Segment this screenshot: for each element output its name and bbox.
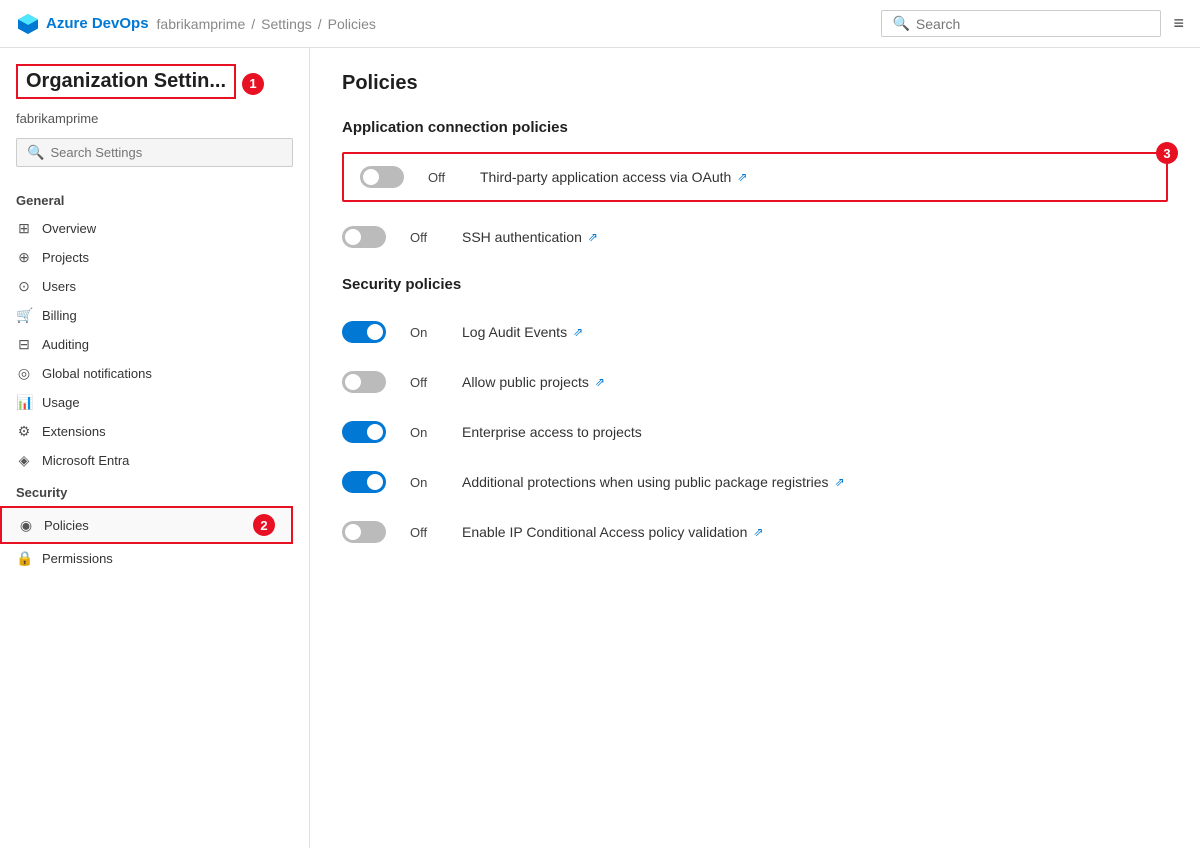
permissions-label: Permissions bbox=[42, 551, 113, 566]
policy-row-additional-protections: On Additional protections when using pub… bbox=[342, 459, 1168, 505]
auditing-label: Auditing bbox=[42, 337, 89, 352]
search-settings-icon: 🔍 bbox=[27, 144, 44, 161]
ip-conditional-toggle[interactable] bbox=[342, 521, 386, 543]
policy-row-oauth: Off Third-party application access via O… bbox=[342, 152, 1168, 202]
usage-icon: 📊 bbox=[16, 394, 32, 411]
ssh-link-icon[interactable]: ⇗ bbox=[588, 230, 598, 244]
usage-label: Usage bbox=[42, 395, 80, 410]
ip-conditional-state: Off bbox=[410, 525, 438, 540]
extensions-label: Extensions bbox=[42, 424, 106, 439]
sidebar-item-extensions[interactable]: ⚙ Extensions bbox=[0, 417, 309, 446]
section-label-security: Security bbox=[0, 475, 309, 506]
log-audit-name: Log Audit Events ⇗ bbox=[462, 324, 583, 340]
policies-icon: ◉ bbox=[18, 517, 34, 534]
billing-icon: 🛒 bbox=[16, 307, 32, 324]
extensions-icon: ⚙ bbox=[16, 423, 32, 440]
sidebar: Organization Settin... 1 fabrikamprime 🔍… bbox=[0, 48, 310, 848]
sidebar-item-overview[interactable]: ⊞ Overview bbox=[0, 214, 309, 243]
sidebar-item-policies[interactable]: ◉ Policies 2 bbox=[0, 506, 293, 544]
breadcrumb: fabrikamprime / Settings / Policies bbox=[157, 16, 376, 32]
public-projects-state: Off bbox=[410, 375, 438, 390]
log-audit-state: On bbox=[410, 325, 438, 340]
menu-icon[interactable]: ≡ bbox=[1173, 13, 1184, 34]
log-audit-link-icon[interactable]: ⇗ bbox=[573, 325, 583, 339]
page-title: Policies bbox=[342, 72, 1168, 95]
topnav-search-area: 🔍 ≡ bbox=[881, 10, 1184, 37]
sidebar-item-global-notifications[interactable]: ◎ Global notifications bbox=[0, 359, 309, 388]
org-title[interactable]: Organization Settin... bbox=[16, 64, 236, 99]
badge-2: 2 bbox=[253, 514, 275, 536]
policy-row-public-projects: Off Allow public projects ⇗ bbox=[342, 359, 1168, 405]
security-policies-section: Security policies On Log Audit Events ⇗ bbox=[342, 276, 1168, 555]
policy-row-enterprise-access: On Enterprise access to projects bbox=[342, 409, 1168, 455]
logo[interactable]: Azure DevOps bbox=[16, 12, 149, 36]
ip-conditional-name: Enable IP Conditional Access policy vali… bbox=[462, 524, 763, 540]
policy-row-ip-conditional: Off Enable IP Conditional Access policy … bbox=[342, 509, 1168, 555]
enterprise-access-state: On bbox=[410, 425, 438, 440]
oauth-state: Off bbox=[428, 170, 456, 185]
search-settings-box[interactable]: 🔍 bbox=[16, 138, 293, 167]
topnav-search-box[interactable]: 🔍 bbox=[881, 10, 1161, 37]
enterprise-access-name: Enterprise access to projects bbox=[462, 424, 642, 440]
policy-row-log-audit: On Log Audit Events ⇗ bbox=[342, 309, 1168, 355]
org-subtitle: fabrikamprime bbox=[0, 111, 309, 126]
users-label: Users bbox=[42, 279, 76, 294]
sidebar-header: Organization Settin... 1 bbox=[0, 64, 309, 111]
projects-icon: ⊕ bbox=[16, 249, 32, 266]
sidebar-item-usage[interactable]: 📊 Usage bbox=[0, 388, 309, 417]
projects-label: Projects bbox=[42, 250, 89, 265]
section-label-general: General bbox=[0, 183, 309, 214]
sidebar-item-microsoft-entra[interactable]: ◈ Microsoft Entra bbox=[0, 446, 309, 475]
oauth-name: Third-party application access via OAuth… bbox=[480, 169, 747, 185]
topnav-search-input[interactable] bbox=[916, 16, 1151, 32]
logo-text: Azure DevOps bbox=[46, 15, 149, 32]
sidebar-item-auditing[interactable]: ⊟ Auditing bbox=[0, 330, 309, 359]
billing-label: Billing bbox=[42, 308, 77, 323]
additional-protections-name: Additional protections when using public… bbox=[462, 474, 845, 490]
sidebar-item-billing[interactable]: 🛒 Billing bbox=[0, 301, 309, 330]
ssh-name: SSH authentication ⇗ bbox=[462, 229, 598, 245]
badge-3: 3 bbox=[1156, 142, 1178, 164]
microsoft-entra-label: Microsoft Entra bbox=[42, 453, 129, 468]
additional-protections-state: On bbox=[410, 475, 438, 490]
entra-icon: ◈ bbox=[16, 452, 32, 469]
breadcrumb-org[interactable]: fabrikamprime bbox=[157, 16, 246, 32]
additional-protections-link-icon[interactable]: ⇗ bbox=[835, 475, 845, 489]
public-projects-name: Allow public projects ⇗ bbox=[462, 374, 605, 390]
sidebar-item-permissions[interactable]: 🔒 Permissions bbox=[0, 544, 309, 573]
security-policies-title: Security policies bbox=[342, 276, 1168, 293]
breadcrumb-settings[interactable]: Settings bbox=[261, 16, 312, 32]
policy-row-ssh: Off SSH authentication ⇗ bbox=[342, 214, 1168, 260]
topnav: Azure DevOps fabrikamprime / Settings / … bbox=[0, 0, 1200, 48]
public-projects-link-icon[interactable]: ⇗ bbox=[595, 375, 605, 389]
ip-conditional-link-icon[interactable]: ⇗ bbox=[753, 525, 763, 539]
overview-icon: ⊞ bbox=[16, 220, 32, 237]
search-icon: 🔍 bbox=[892, 15, 909, 32]
sidebar-item-users[interactable]: ⊙ Users bbox=[0, 272, 309, 301]
public-projects-toggle[interactable] bbox=[342, 371, 386, 393]
overview-label: Overview bbox=[42, 221, 96, 236]
ssh-state: Off bbox=[410, 230, 438, 245]
oauth-toggle[interactable] bbox=[360, 166, 404, 188]
app-connection-section: Application connection policies Off Thir… bbox=[342, 119, 1168, 260]
main-content: Policies Application connection policies… bbox=[310, 48, 1200, 848]
policies-label: Policies bbox=[44, 518, 89, 533]
sidebar-item-projects[interactable]: ⊕ Projects bbox=[0, 243, 309, 272]
notifications-icon: ◎ bbox=[16, 365, 32, 382]
global-notifications-label: Global notifications bbox=[42, 366, 152, 381]
ssh-toggle[interactable] bbox=[342, 226, 386, 248]
users-icon: ⊙ bbox=[16, 278, 32, 295]
badge-1: 1 bbox=[242, 73, 264, 95]
enterprise-access-toggle[interactable] bbox=[342, 421, 386, 443]
permissions-icon: 🔒 bbox=[16, 550, 32, 567]
app-layout: Organization Settin... 1 fabrikamprime 🔍… bbox=[0, 48, 1200, 848]
app-connection-title: Application connection policies bbox=[342, 119, 1168, 136]
breadcrumb-policies[interactable]: Policies bbox=[328, 16, 376, 32]
auditing-icon: ⊟ bbox=[16, 336, 32, 353]
additional-protections-toggle[interactable] bbox=[342, 471, 386, 493]
search-settings-input[interactable] bbox=[50, 145, 282, 160]
log-audit-toggle[interactable] bbox=[342, 321, 386, 343]
oauth-link-icon[interactable]: ⇗ bbox=[737, 170, 747, 184]
